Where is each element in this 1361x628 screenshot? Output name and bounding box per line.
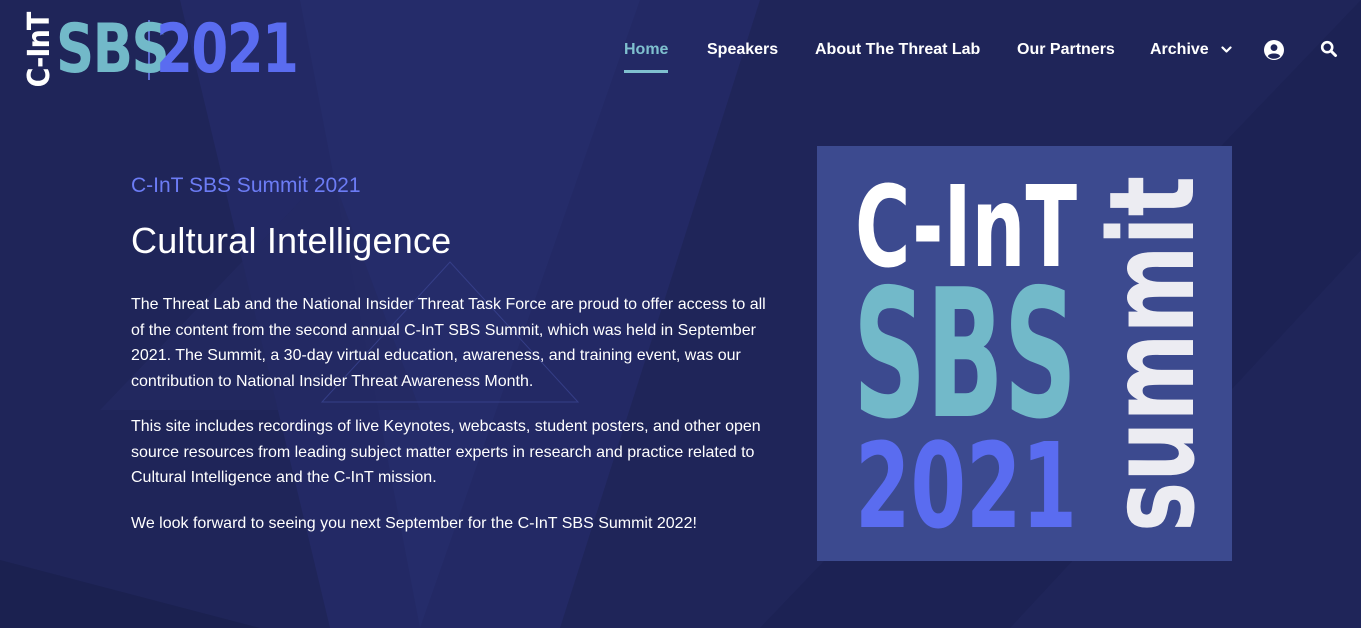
site-header: C-InT SBS 2021 Home Speakers About The T…	[0, 0, 1361, 100]
hero-content: C-InT SBS Summit 2021 Cultural Intellige…	[131, 170, 771, 536]
page-title: Cultural Intelligence	[131, 220, 452, 261]
nav-item-archive[interactable]: Archive	[1150, 38, 1232, 62]
hero-paragraph-2: This site includes recordings of live Ke…	[131, 418, 761, 486]
search-icon[interactable]	[1320, 40, 1340, 60]
user-circle-icon[interactable]	[1264, 40, 1284, 60]
nav-item-speakers[interactable]: Speakers	[707, 38, 778, 62]
hero-paragraph-3: We look forward to seeing you next Septe…	[131, 514, 697, 532]
nav-item-partners[interactable]: Our Partners	[1017, 38, 1115, 62]
site-logo[interactable]: C-InT SBS 2021	[22, 10, 337, 89]
summit-graphic: C-InT SBS 2021 summit	[817, 146, 1232, 561]
summit-graphic-line3: 2021	[855, 417, 1077, 555]
logo-vertical-text: C-InT	[22, 12, 57, 88]
nav-item-home[interactable]: Home	[624, 38, 669, 73]
nav-item-about[interactable]: About The Threat Lab	[815, 38, 980, 62]
hero-paragraph-1: The Threat Lab and the National Insider …	[131, 296, 766, 390]
chevron-down-icon	[1221, 38, 1232, 62]
summit-graphic-vertical: summit	[1083, 176, 1221, 532]
hero-eyebrow: C-InT SBS Summit 2021	[131, 174, 361, 197]
nav-active-underline	[624, 70, 669, 73]
logo-year-text: 2021	[156, 10, 299, 89]
logo-sbs-text: SBS	[56, 10, 170, 89]
